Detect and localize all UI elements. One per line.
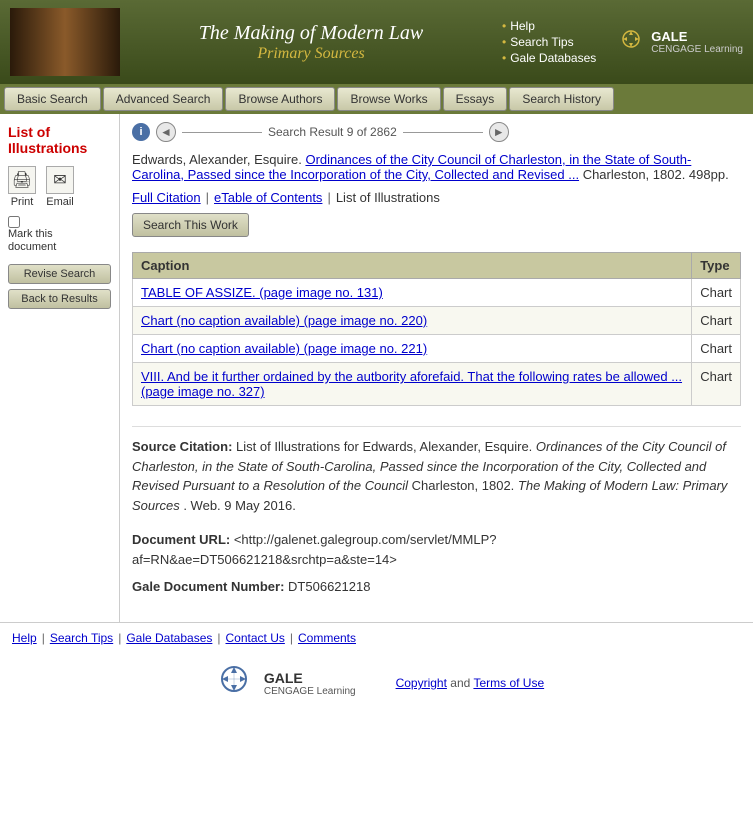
- search-history-btn[interactable]: Search History: [509, 87, 614, 111]
- footer-help-link[interactable]: Help: [12, 631, 37, 645]
- caption-cell: Chart (no caption available) (page image…: [133, 335, 692, 363]
- email-icon-btn[interactable]: ✉ Email: [46, 166, 74, 208]
- sidebar-title: List of Illustrations: [8, 124, 111, 156]
- source-citation-block: Source Citation: List of Illustrations f…: [132, 426, 741, 515]
- gale-doc-block: Gale Document Number: DT506621218: [132, 579, 741, 594]
- basic-search-btn[interactable]: Basic Search: [4, 87, 101, 111]
- mark-checkbox[interactable]: [8, 216, 20, 228]
- mark-doc-section: Mark thisdocument: [8, 216, 111, 254]
- footer-comments-link[interactable]: Comments: [298, 631, 356, 645]
- main: List of Illustrations 🖨 Print ✉ Email Ma…: [0, 114, 753, 622]
- content: i ◄ Search Result 9 of 2862 ► Edwards, A…: [120, 114, 753, 622]
- sidebar: List of Illustrations 🖨 Print ✉ Email Ma…: [0, 114, 120, 622]
- caption-col-header: Caption: [133, 253, 692, 279]
- footer-gale-icon: [209, 663, 259, 703]
- footer-copyright: Copyright and Terms of Use: [396, 676, 545, 690]
- footer-search-tips-link[interactable]: Search Tips: [50, 631, 113, 645]
- type-cell: Chart: [692, 279, 741, 307]
- type-cell: Chart: [692, 307, 741, 335]
- footer-gale-logo: GALE CENGAGE Learning: [209, 663, 356, 703]
- print-icon-btn[interactable]: 🖨 Print: [8, 166, 36, 208]
- source-citation-text: List of Illustrations for Edwards, Alexa…: [236, 439, 536, 454]
- print-label: Print: [11, 196, 34, 208]
- cengage-logo-text: CENGAGE Learning: [651, 44, 743, 55]
- illustrations-table: Caption Type TABLE OF ASSIZE. (page imag…: [132, 252, 741, 406]
- doc-url-block: Document URL: <http://galenet.galegroup.…: [132, 530, 741, 569]
- caption-link[interactable]: Chart (no caption available) (page image…: [141, 341, 427, 356]
- mark-checkbox-row: [8, 216, 20, 228]
- info-icon[interactable]: i: [132, 123, 150, 141]
- footer-contact-link[interactable]: Contact Us: [226, 631, 285, 645]
- book-spine-image: [10, 8, 120, 76]
- footer-gale-text: GALE: [264, 670, 356, 686]
- nav-line-right: [403, 132, 483, 133]
- email-label: Email: [46, 196, 74, 208]
- source-citation-text2: Charleston, 1802.: [412, 478, 518, 493]
- browse-authors-btn[interactable]: Browse Authors: [225, 87, 335, 111]
- print-icon: 🖨: [8, 166, 36, 194]
- header: The Making of Modern Law Primary Sources…: [0, 0, 753, 84]
- full-citation-link[interactable]: Full Citation: [132, 190, 201, 205]
- mark-label: Mark thisdocument: [8, 228, 56, 254]
- caption-link[interactable]: Chart (no caption available) (page image…: [141, 313, 427, 328]
- current-section-label: List of Illustrations: [336, 190, 440, 205]
- footer-cengage-text: CENGAGE Learning: [264, 686, 356, 697]
- next-result-btn[interactable]: ►: [489, 122, 509, 142]
- breadcrumb: Full Citation | eTable of Contents | Lis…: [132, 190, 741, 205]
- source-citation-label: Source Citation:: [132, 439, 232, 454]
- advanced-search-btn[interactable]: Advanced Search: [103, 87, 224, 111]
- footer-logo: GALE CENGAGE Learning Copyright and Term…: [0, 653, 753, 713]
- table-row: Chart (no caption available) (page image…: [133, 335, 741, 363]
- gale-logo: GALE CENGAGE Learning: [616, 27, 743, 57]
- nav-line-left: [182, 132, 262, 133]
- copyright-link[interactable]: Copyright: [396, 676, 447, 690]
- source-citation-text3: . Web. 9 May 2016.: [183, 498, 296, 513]
- sidebar-actions: 🖨 Print ✉ Email: [8, 166, 111, 208]
- type-col-header: Type: [692, 253, 741, 279]
- header-search-tips-link[interactable]: Search Tips: [502, 35, 596, 49]
- result-navigation: i ◄ Search Result 9 of 2862 ►: [132, 122, 741, 142]
- gale-logo-icon: [616, 27, 646, 57]
- search-this-work-btn[interactable]: Search This Work: [132, 213, 249, 237]
- header-links: Help Search Tips Gale Databases: [502, 19, 596, 65]
- gale-logo-text: GALE: [651, 29, 743, 44]
- revise-search-btn[interactable]: Revise Search: [8, 264, 111, 284]
- table-row: VIII. And be it further ordained by the …: [133, 363, 741, 406]
- caption-link[interactable]: VIII. And be it further ordained by the …: [141, 369, 682, 399]
- prev-result-btn[interactable]: ◄: [156, 122, 176, 142]
- header-help-link[interactable]: Help: [502, 19, 596, 33]
- type-cell: Chart: [692, 335, 741, 363]
- gale-doc-label: Gale Document Number:: [132, 579, 284, 594]
- sub-title: Primary Sources: [120, 45, 502, 63]
- back-to-results-btn[interactable]: Back to Results: [8, 289, 111, 309]
- navbar: Basic Search Advanced Search Browse Auth…: [0, 84, 753, 114]
- caption-link[interactable]: TABLE OF ASSIZE. (page image no. 131): [141, 285, 383, 300]
- essays-btn[interactable]: Essays: [443, 87, 508, 111]
- citation-block: Edwards, Alexander, Esquire. Ordinances …: [132, 152, 741, 182]
- citation-publisher: Charleston, 1802. 498pp.: [583, 167, 729, 182]
- caption-cell: Chart (no caption available) (page image…: [133, 307, 692, 335]
- citation-author: Edwards, Alexander, Esquire.: [132, 152, 302, 167]
- browse-works-btn[interactable]: Browse Works: [337, 87, 440, 111]
- email-icon: ✉: [46, 166, 74, 194]
- terms-link[interactable]: Terms of Use: [473, 676, 544, 690]
- etoc-link[interactable]: eTable of Contents: [214, 190, 322, 205]
- type-cell: Chart: [692, 363, 741, 406]
- footer-and-text: and: [450, 676, 470, 690]
- table-row: Chart (no caption available) (page image…: [133, 307, 741, 335]
- footer-gale-db-link[interactable]: Gale Databases: [126, 631, 212, 645]
- caption-cell: TABLE OF ASSIZE. (page image no. 131): [133, 279, 692, 307]
- caption-cell: VIII. And be it further ordained by the …: [133, 363, 692, 406]
- gale-doc-number: DT506621218: [288, 579, 370, 594]
- header-title: The Making of Modern Law Primary Sources: [120, 22, 502, 63]
- doc-url-label: Document URL:: [132, 532, 230, 547]
- table-row: TABLE OF ASSIZE. (page image no. 131) Cha…: [133, 279, 741, 307]
- result-count-text: Search Result 9 of 2862: [268, 125, 397, 139]
- footer-links: Help | Search Tips | Gale Databases | Co…: [0, 622, 753, 653]
- header-gale-db-link[interactable]: Gale Databases: [502, 51, 596, 65]
- main-title: The Making of Modern Law: [120, 22, 502, 45]
